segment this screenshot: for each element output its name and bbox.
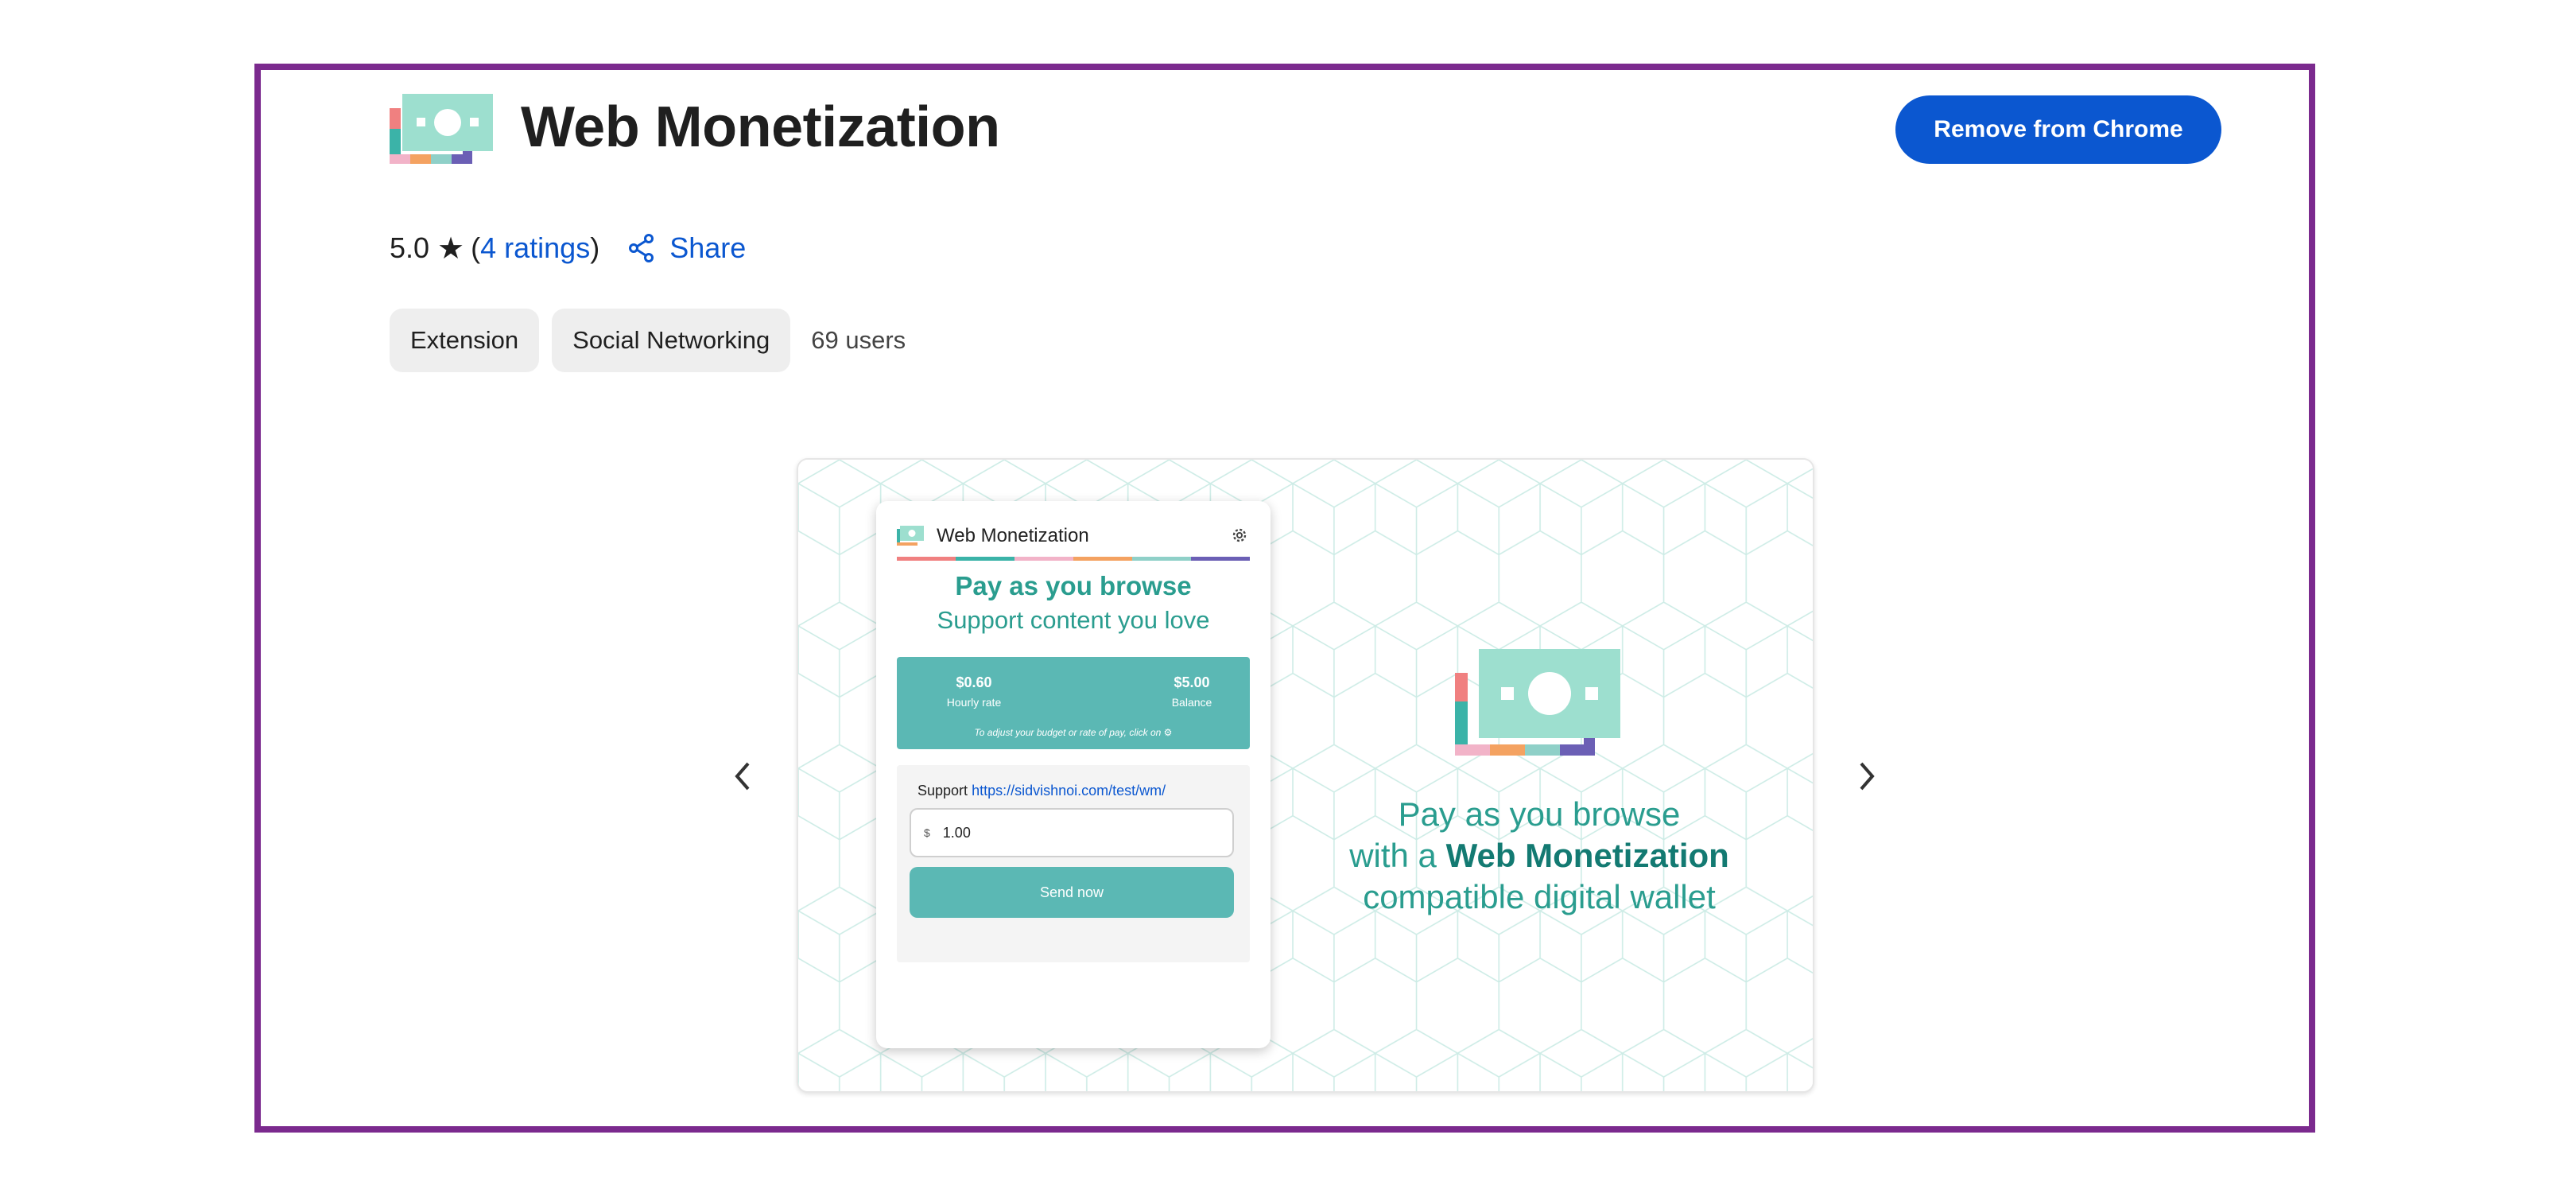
budget-note: To adjust your budget or rate of pay, cl… xyxy=(974,727,1173,738)
hourly-rate-value: $0.60 xyxy=(956,674,992,690)
chip-social-networking[interactable]: Social Networking xyxy=(552,309,791,372)
promo-logo-icon xyxy=(1455,649,1620,756)
balance-stat: $5.00 Balance xyxy=(1140,674,1243,709)
promo-line-1: Pay as you browse xyxy=(1398,795,1681,833)
promo-line-2-prefix: with a xyxy=(1349,837,1446,874)
currency-symbol: $ xyxy=(924,826,930,839)
user-count: 69 users xyxy=(811,326,906,354)
rating-row: 5.0 ★ ( 4 ratings ) Share xyxy=(390,227,746,269)
support-panel: Support https://sidvishnoi.com/test/wm/ … xyxy=(897,765,1250,962)
promo-tagline: Pay as you browse with a Web Monetizatio… xyxy=(1317,794,1762,918)
popup-title: Web Monetization xyxy=(937,525,1089,546)
popup-header: Web Monetization xyxy=(897,520,1250,552)
hourly-rate-stat: $0.60 Hourly rate xyxy=(922,674,1026,709)
rating-open-paren: ( xyxy=(471,231,481,264)
chips-row: Extension Social Networking 69 users xyxy=(390,309,906,372)
promo-line-2-bold: Web Monetization xyxy=(1445,837,1729,874)
popup-logo-icon xyxy=(897,526,924,546)
remove-from-chrome-button[interactable]: Remove from Chrome xyxy=(1895,95,2221,164)
amount-value: 1.00 xyxy=(942,824,971,841)
support-line: Support https://sidvishnoi.com/test/wm/ xyxy=(918,783,1166,799)
balance-value: $5.00 xyxy=(1174,674,1210,690)
rating-close-paren: ) xyxy=(590,231,600,264)
promo-line-3: compatible digital wallet xyxy=(1363,878,1716,915)
carousel-prev-button[interactable] xyxy=(719,752,766,800)
chevron-left-icon xyxy=(735,762,750,791)
extension-title: Web Monetization xyxy=(521,95,1000,159)
rating-score: 5.0 xyxy=(390,231,430,264)
gear-icon xyxy=(1232,528,1247,542)
carousel-next-button[interactable] xyxy=(1843,752,1891,800)
support-url: https://sidvishnoi.com/test/wm/ xyxy=(972,783,1166,799)
popup-subheadline: Support content you love xyxy=(937,606,1210,634)
chip-extension[interactable]: Extension xyxy=(390,309,540,372)
app-logo-icon xyxy=(390,94,493,164)
share-icon xyxy=(629,234,654,262)
amount-input: $ 1.00 xyxy=(910,808,1234,857)
ratings-link[interactable]: 4 ratings xyxy=(480,231,590,265)
screenshot-slide: Web Monetization Pay as you browse Suppo… xyxy=(797,458,1814,1093)
extension-popup-mock: Web Monetization Pay as you browse Suppo… xyxy=(876,501,1271,1048)
popup-stats-card: $0.60 Hourly rate $5.00 Balance To adjus… xyxy=(897,657,1250,749)
send-now-button: Send now xyxy=(910,867,1234,918)
popup-headline: Pay as you browse xyxy=(955,571,1192,600)
share-label: Share xyxy=(669,231,747,264)
star-icon: ★ xyxy=(437,231,465,266)
share-button[interactable]: Share xyxy=(628,231,746,265)
chevron-right-icon xyxy=(1860,762,1875,791)
hourly-rate-label: Hourly rate xyxy=(946,696,1002,709)
popup-color-bar xyxy=(897,557,1250,561)
balance-label: Balance xyxy=(1171,696,1212,709)
promo-line-2: with a Web Monetization xyxy=(1317,835,1762,876)
support-label: Support xyxy=(918,783,968,799)
